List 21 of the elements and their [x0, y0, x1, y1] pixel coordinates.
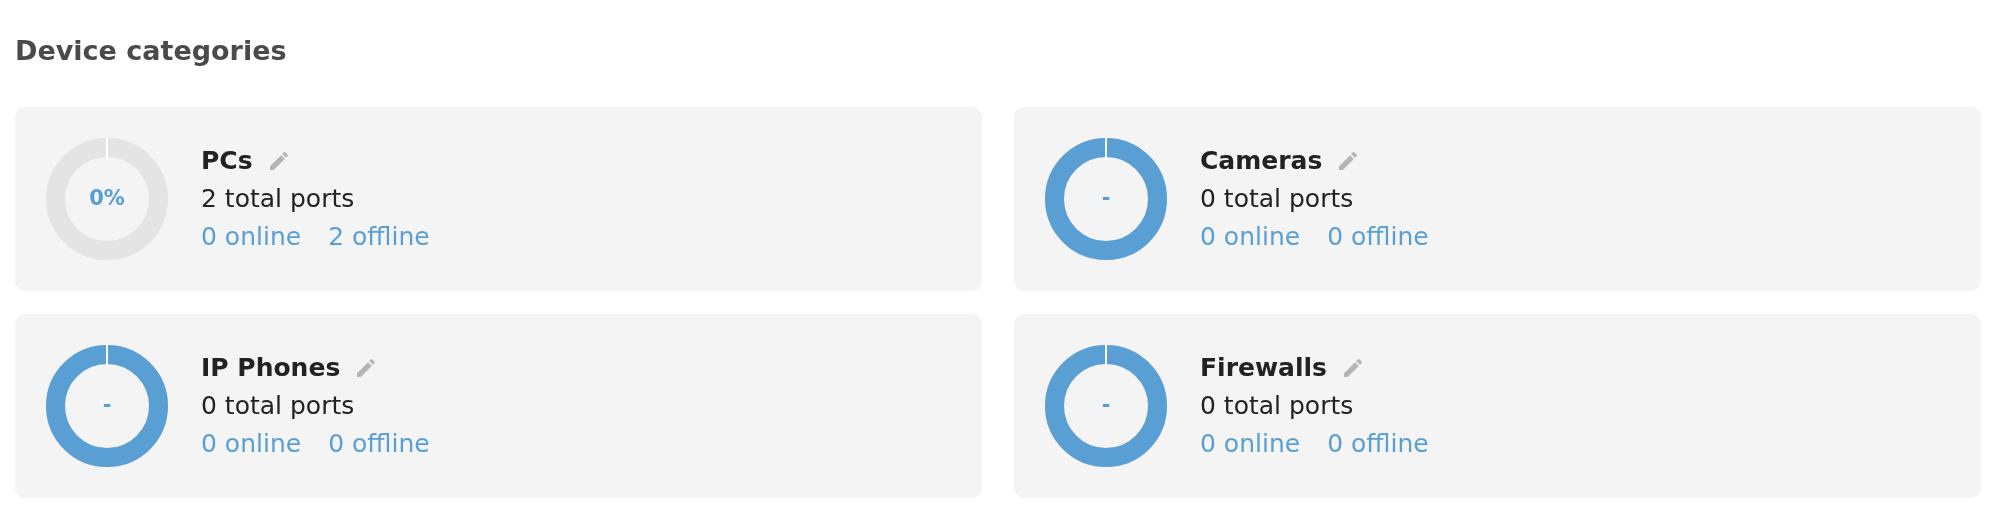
total-ports: 0 total ports — [1200, 183, 1355, 215]
online-link[interactable]: 0 online — [1200, 425, 1301, 463]
total-ports: 0 total ports — [1200, 390, 1355, 422]
category-name: Firewalls — [1200, 352, 1327, 384]
section-heading: Device categories — [15, 36, 288, 66]
offline-link[interactable]: 0 offline — [328, 425, 430, 463]
ring-label: 0% — [89, 185, 125, 213]
category-name: Cameras — [1200, 145, 1323, 177]
online-link[interactable]: 0 online — [1200, 218, 1301, 256]
offline-link[interactable]: 2 offline — [328, 218, 430, 256]
online-link[interactable]: 0 online — [201, 425, 302, 463]
ring-label: - — [102, 392, 112, 420]
online-link[interactable]: 0 online — [201, 218, 302, 256]
total-ports: 0 total ports — [201, 390, 356, 422]
category-name: PCs — [201, 145, 253, 177]
offline-link[interactable]: 0 offline — [1327, 218, 1429, 256]
total-ports: 2 total ports — [201, 183, 356, 215]
ring-label: - — [1101, 392, 1111, 420]
ring-label: - — [1101, 185, 1111, 213]
offline-link[interactable]: 0 offline — [1327, 425, 1429, 463]
category-name: IP Phones — [201, 352, 341, 384]
